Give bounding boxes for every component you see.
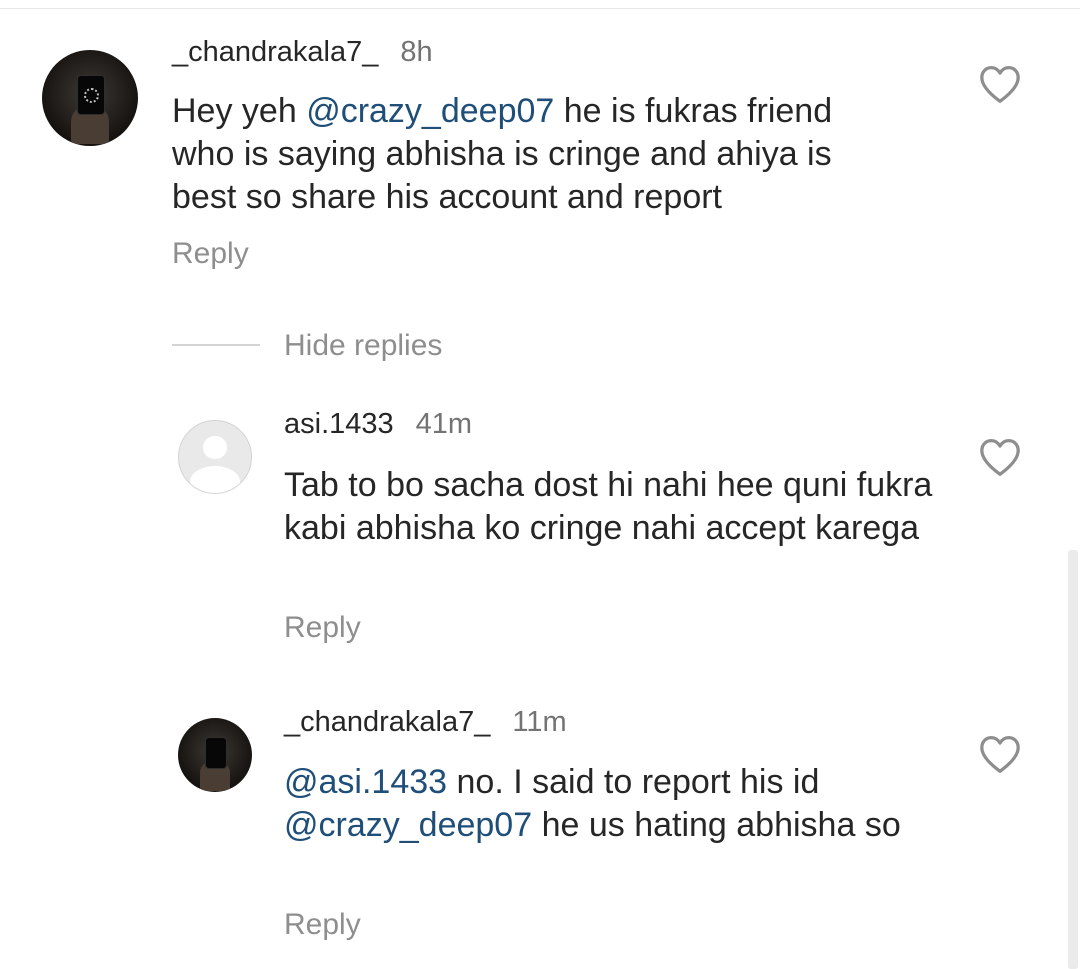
comment-text: Hey yeh @crazy_deep07 he is fukras frien…	[172, 90, 902, 219]
reply-button[interactable]: Reply	[172, 237, 249, 271]
scrollbar[interactable]	[1068, 550, 1078, 969]
mention-link[interactable]: @asi.1433	[284, 763, 447, 801]
reply-meta: asi.1433 41m	[284, 408, 472, 441]
default-avatar-icon	[203, 436, 227, 460]
default-avatar-body	[189, 466, 241, 493]
heart-icon[interactable]	[978, 734, 1022, 774]
comment-meta: _chandrakala7_ 8h	[172, 36, 433, 69]
avatar-phone	[204, 737, 228, 769]
timestamp: 41m	[415, 408, 473, 440]
text-segment: he us hating abhisha so	[532, 806, 901, 844]
top-divider	[0, 8, 1080, 9]
reply-text: Tab to bo sacha dost hi nahi hee quni fu…	[284, 466, 933, 547]
mention-link[interactable]: @crazy_deep07	[306, 92, 554, 130]
avatar[interactable]	[178, 420, 252, 494]
timestamp: 8h	[400, 36, 433, 68]
hide-replies-line	[172, 344, 260, 346]
reply-button[interactable]: Reply	[284, 908, 361, 942]
heart-icon[interactable]	[978, 64, 1022, 104]
mention-link[interactable]: @crazy_deep07	[284, 806, 532, 844]
username[interactable]: asi.1433	[284, 408, 394, 441]
username[interactable]: _chandrakala7_	[284, 706, 490, 739]
username[interactable]: _chandrakala7_	[172, 36, 378, 69]
text-segment: Hey yeh	[172, 92, 307, 130]
text-segment: no. I said to report his id	[447, 763, 820, 801]
heart-icon[interactable]	[978, 437, 1022, 477]
reply-meta: _chandrakala7_ 11m	[284, 706, 567, 739]
hide-replies-button[interactable]: Hide replies	[284, 329, 442, 363]
avatar[interactable]	[178, 718, 252, 792]
reply-button[interactable]: Reply	[284, 611, 361, 645]
avatar[interactable]	[42, 50, 138, 146]
reply-text: @asi.1433 no. I said to report his id @c…	[284, 761, 924, 847]
timestamp: 11m	[512, 706, 567, 738]
